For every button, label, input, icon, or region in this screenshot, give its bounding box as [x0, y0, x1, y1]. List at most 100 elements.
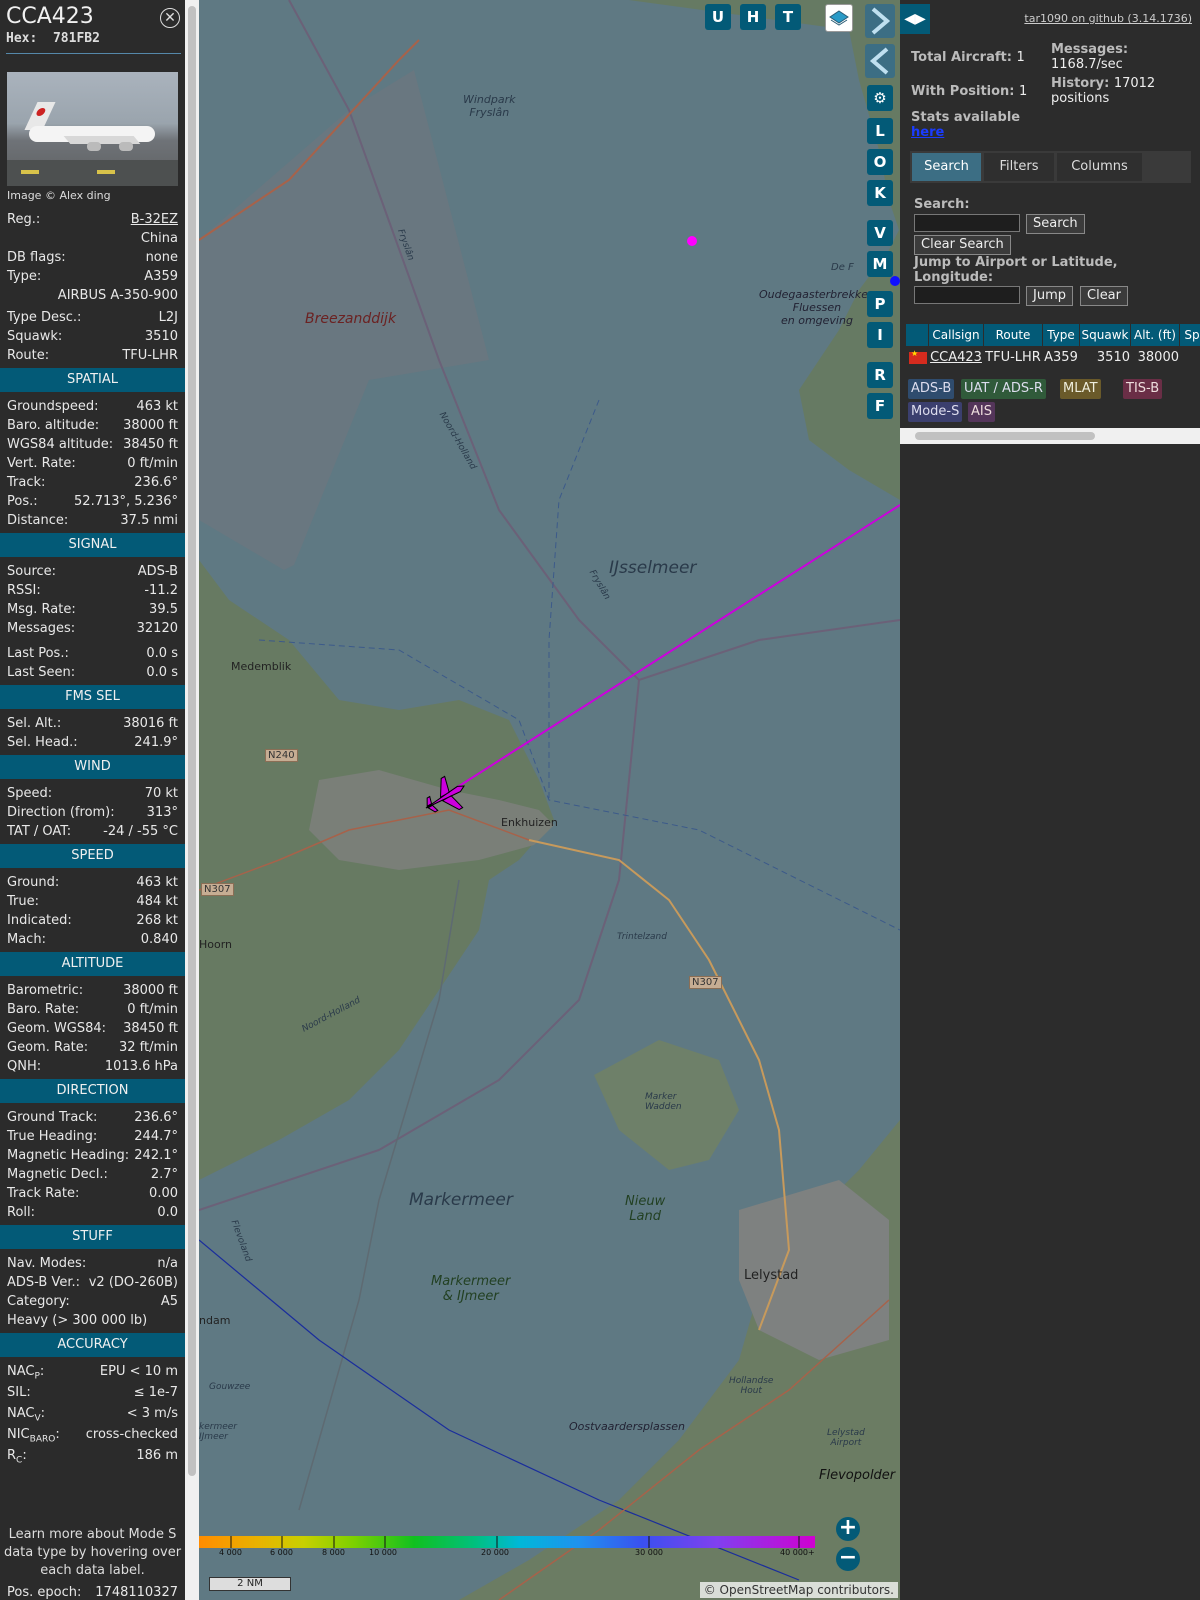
- scrollbar-thumb[interactable]: [915, 432, 1095, 440]
- map-canvas: [199, 0, 900, 1600]
- table-header-speed[interactable]: Sp: [1180, 324, 1200, 346]
- button-m[interactable]: M: [867, 251, 893, 277]
- jump-button[interactable]: Jump: [1026, 286, 1073, 306]
- chevron-left-icon[interactable]: [865, 44, 895, 78]
- info-row: QNH: 1013.6 hPa: [7, 1059, 178, 1078]
- layers-icon[interactable]: [825, 4, 853, 32]
- table-header-type[interactable]: Type: [1043, 324, 1080, 346]
- source-badge[interactable]: ADS-B: [908, 379, 955, 399]
- tab-columns[interactable]: Columns: [1057, 153, 1142, 181]
- info-row: True: 484 kt: [7, 894, 178, 913]
- gear-icon[interactable]: ⚙: [867, 85, 893, 111]
- photo-stripe: [97, 170, 115, 174]
- source-badge[interactable]: MLAT: [1060, 379, 1101, 399]
- source-badge[interactable]: Mode-S: [908, 402, 963, 422]
- info-row: ADS-B Ver.: v2 (DO-260B): [7, 1275, 178, 1294]
- info-row-label: Route:: [7, 348, 50, 363]
- table-header-callsign[interactable]: Callsign: [929, 324, 984, 346]
- source-badge[interactable]: TIS-B: [1123, 379, 1163, 399]
- info-row-label: NACP:: [7, 1364, 45, 1382]
- info-row-value: 38450 ft: [123, 1021, 178, 1036]
- stats-link[interactable]: here: [911, 125, 944, 140]
- info-row-label: Barometric:: [7, 983, 84, 998]
- github-link[interactable]: tar1090 on github (3.14.1736): [1024, 12, 1192, 25]
- source-badge[interactable]: UAT / ADS-R: [961, 379, 1046, 399]
- info-row-label: Baro. Rate:: [7, 1002, 80, 1017]
- button-o[interactable]: O: [867, 149, 893, 175]
- osm-link[interactable]: OpenStreetMap: [720, 1583, 814, 1597]
- road-shield-n240: N240: [265, 749, 298, 762]
- hex-line: Hex: 781FB2: [6, 31, 100, 46]
- info-row-value: 0.0 s: [146, 665, 178, 680]
- row-altitude: 38000: [1137, 350, 1179, 365]
- info-row-label: TAT / OAT:: [7, 824, 72, 839]
- scrollbar-thumb[interactable]: [188, 6, 196, 1476]
- road-shield-n307: N307: [201, 883, 234, 896]
- lelystad-label: Lelystad: [744, 1268, 799, 1283]
- marker-wadden-label: Marker Wadden: [645, 1092, 682, 1112]
- clear-button[interactable]: Clear: [1080, 286, 1128, 306]
- table-header-squawk[interactable]: Squawk: [1080, 324, 1131, 346]
- distance-scale: 2 NM: [209, 1577, 291, 1591]
- button-l[interactable]: L: [867, 118, 893, 144]
- pos-epoch-label: Pos. epoch:: [7, 1585, 82, 1600]
- info-row-value: 463 kt: [136, 875, 178, 890]
- info-row-value: EPU < 10 m: [99, 1364, 178, 1379]
- button-f[interactable]: F: [867, 393, 893, 419]
- info-row-label: Source:: [7, 564, 57, 579]
- zoom-in-button[interactable]: +: [836, 1517, 860, 1541]
- info-row-label: WGS84 altitude:: [7, 437, 114, 452]
- ijmeer-label: kermeer IJmeer: [199, 1422, 237, 1442]
- button-h[interactable]: H: [740, 4, 766, 30]
- flevopolder-label: Flevopolder: [819, 1468, 896, 1483]
- search-input[interactable]: [914, 214, 1020, 232]
- info-row-label: Mach:: [7, 932, 46, 947]
- search-button[interactable]: Search: [1026, 214, 1085, 234]
- button-v[interactable]: V: [867, 220, 893, 246]
- clear-search-button[interactable]: Clear Search: [914, 235, 1011, 255]
- source-badge[interactable]: AIS: [968, 402, 995, 422]
- tab-search[interactable]: Search: [912, 153, 981, 181]
- table-header-route[interactable]: Route: [984, 324, 1043, 346]
- row-route: TFU-LHR: [985, 350, 1041, 365]
- info-row-label: NICBARO:: [7, 1427, 60, 1445]
- info-row: Type: A359: [7, 269, 178, 288]
- section-header-altitude: ALTITUDE: [0, 952, 185, 976]
- info-row-value: 32 ft/min: [118, 1040, 178, 1055]
- scale-tick-label: 4 000: [219, 1548, 242, 1557]
- tab-filters[interactable]: Filters: [984, 153, 1054, 181]
- info-row-label: Nav. Modes:: [7, 1256, 87, 1271]
- info-row: Indicated: 268 kt: [7, 913, 178, 932]
- button-i[interactable]: I: [867, 322, 893, 348]
- table-horizontal-scrollbar[interactable]: [900, 428, 1200, 444]
- button-r[interactable]: R: [867, 362, 893, 388]
- info-row-value: none: [145, 250, 178, 265]
- table-header-altitude[interactable]: Alt. (ft): [1131, 324, 1180, 346]
- info-row-value: 38016 ft: [123, 716, 178, 731]
- scale-ticks: [230, 1536, 800, 1548]
- info-row-label: Last Seen:: [7, 665, 76, 680]
- zoom-out-button[interactable]: −: [836, 1547, 860, 1571]
- section-header-signal: SIGNAL: [0, 533, 185, 557]
- info-row: True Heading: 244.7°: [7, 1129, 178, 1148]
- info-scrollbar[interactable]: [185, 0, 199, 1600]
- jump-input[interactable]: [914, 286, 1020, 304]
- button-k[interactable]: K: [867, 180, 893, 206]
- info-row: Vert. Rate: 0 ft/min: [7, 456, 178, 475]
- lelystad-airport-label: Lelystad Airport: [827, 1428, 865, 1448]
- info-row-value[interactable]: B-32EZ: [131, 212, 178, 227]
- expand-collapse-icon[interactable]: ◀▶: [900, 4, 930, 34]
- aircraft-photo[interactable]: [7, 72, 178, 186]
- close-icon[interactable]: ✕: [160, 8, 180, 28]
- row-callsign[interactable]: CCA423: [929, 348, 983, 368]
- button-u[interactable]: U: [705, 4, 731, 30]
- info-row-label: Speed:: [7, 786, 53, 801]
- info-row: RC: 186 m: [7, 1448, 178, 1467]
- info-row-label: NACV:: [7, 1406, 46, 1424]
- map[interactable]: Windpark Fryslân Breezanddijk Fryslân Fry…: [199, 0, 900, 1600]
- button-t[interactable]: T: [775, 4, 801, 30]
- chevron-right-icon[interactable]: [865, 4, 895, 38]
- info-row-value: v2 (DO-260B): [88, 1275, 178, 1290]
- info-row-value: 38000 ft: [123, 418, 178, 433]
- button-p[interactable]: P: [867, 291, 893, 317]
